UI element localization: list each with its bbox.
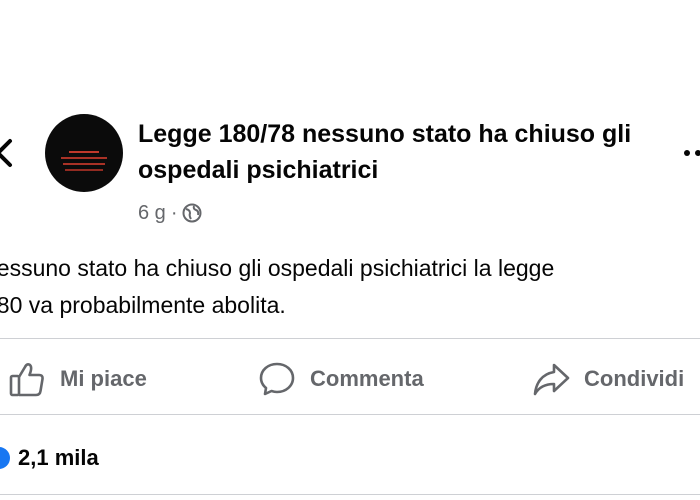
- like-reaction-icon: [0, 447, 10, 469]
- reaction-count: 2,1 mila: [18, 445, 99, 470]
- share-label: Condividi: [584, 366, 685, 391]
- post-time[interactable]: 6 g: [138, 202, 166, 225]
- divider: [0, 414, 700, 415]
- share-button[interactable]: Condividi: [532, 356, 684, 402]
- avatar-logo-line: [45, 148, 123, 159]
- like-button[interactable]: Mi piace: [8, 356, 147, 402]
- post-meta: 6 g ·: [138, 199, 202, 227]
- share-icon: [532, 360, 584, 398]
- post-text-line: nessuno stato ha chiuso gli ospedali psi…: [0, 255, 555, 281]
- more-options-icon[interactable]: [683, 146, 700, 160]
- divider: [0, 494, 700, 495]
- thumbs-up-icon: [8, 360, 60, 398]
- post-text-line: 180 va probabilmente abolita.: [0, 292, 286, 318]
- avatar-logo-line: [45, 142, 123, 153]
- back-arrow-icon[interactable]: [0, 138, 14, 168]
- meta-separator: ·: [170, 201, 178, 224]
- comment-label: Commenta: [310, 366, 424, 391]
- reactions-summary[interactable]: 2,1 mila: [0, 440, 99, 476]
- globe-icon: [182, 203, 202, 223]
- post-text: nessuno stato ha chiuso gli ospedali psi…: [0, 250, 700, 324]
- page-name-link[interactable]: Legge 180/78 nessuno stato ha chiuso gli…: [138, 116, 658, 188]
- comment-icon: [258, 360, 310, 398]
- like-label: Mi piace: [60, 366, 147, 391]
- page-avatar[interactable]: [45, 114, 123, 192]
- divider: [0, 338, 700, 339]
- avatar-logo-line: [45, 154, 123, 165]
- comment-button[interactable]: Commenta: [258, 356, 424, 402]
- avatar-logo-line: [45, 160, 123, 171]
